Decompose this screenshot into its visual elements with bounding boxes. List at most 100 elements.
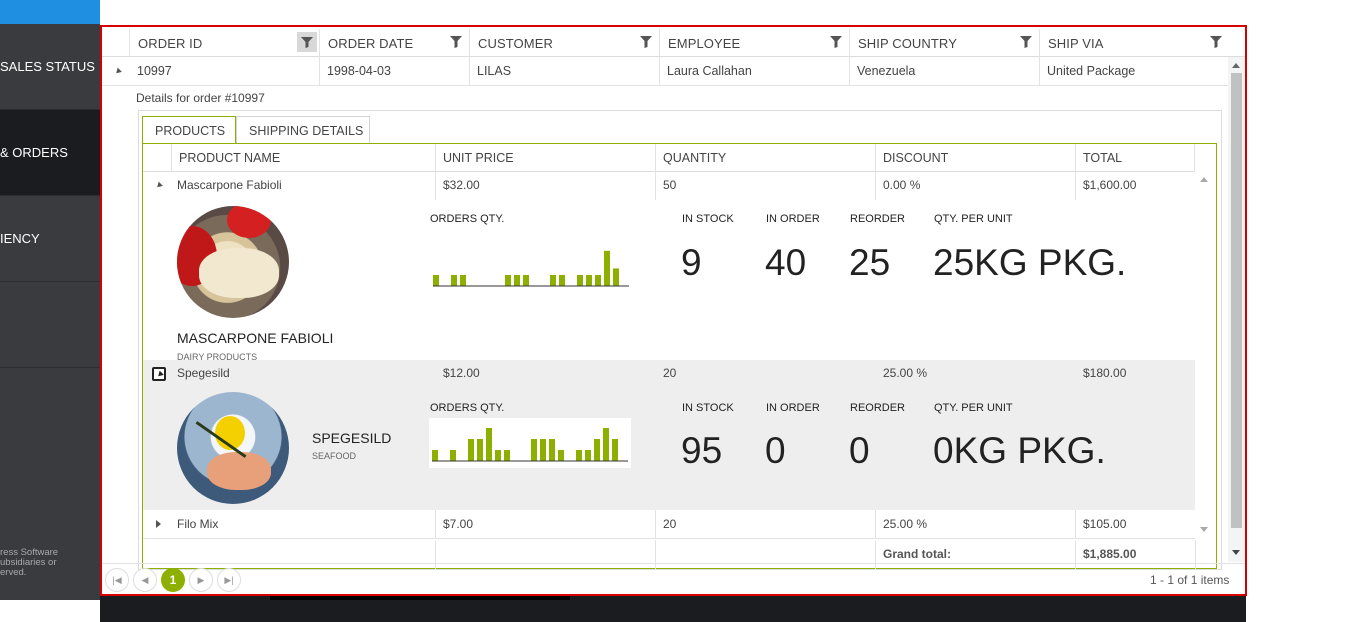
detail-tabstrip: PRODUCTS SHIPPING DETAILS PRODUCT NAME U…	[138, 110, 1222, 570]
scroll-down-icon[interactable]	[1232, 550, 1240, 555]
filter-icon[interactable]	[1209, 35, 1223, 49]
first-page-button[interactable]: |◀	[105, 568, 129, 592]
divider	[1075, 510, 1076, 539]
ship-country-cell: Venezuela	[857, 64, 916, 78]
product-title: MASCARPONE FABIOLI	[177, 330, 334, 346]
divider	[875, 172, 876, 200]
sparkline-bar	[460, 275, 466, 286]
order-id-cell: 10997	[137, 64, 172, 78]
expand-icon[interactable]	[156, 520, 161, 528]
grand-total-label: Grand total:	[883, 547, 951, 561]
divider	[1075, 540, 1076, 570]
collapse-icon[interactable]	[152, 367, 166, 381]
column-header-employee[interactable]: EMPLOYEE	[659, 29, 849, 57]
column-header-discount[interactable]: DISCOUNT	[875, 144, 1075, 172]
reorder-value: 0	[849, 430, 870, 471]
tab-products[interactable]: PRODUCTS	[142, 116, 236, 144]
outer-scrollbar[interactable]	[1228, 57, 1245, 562]
sparkline-bar	[550, 275, 556, 286]
sidebar-item-sales-status[interactable]: SALES STATUS	[0, 24, 100, 110]
table-row[interactable]: Mascarpone Fabioli $32.00 50 0.00 % $1,6…	[143, 172, 1195, 200]
collapse-icon[interactable]	[114, 67, 122, 76]
column-label: EMPLOYEE	[668, 36, 741, 51]
column-header-product-name[interactable]: PRODUCT NAME	[171, 144, 435, 172]
filter-icon[interactable]	[829, 35, 843, 49]
product-image	[177, 206, 289, 318]
column-header-ship-via[interactable]: SHIP VIA	[1039, 29, 1229, 57]
page-number-button[interactable]: 1	[161, 568, 185, 592]
sidebar-item-label: SALES STATUS	[0, 59, 95, 74]
sparkline-bar	[523, 275, 529, 286]
product-name-cell: Spegesild	[177, 366, 230, 380]
divider	[655, 172, 656, 200]
column-label: UNIT PRICE	[443, 151, 514, 165]
prev-page-button[interactable]: ◀	[133, 568, 157, 592]
scroll-up-icon[interactable]	[1232, 63, 1240, 68]
table-row[interactable]: 10997 1998-04-03 LILAS Laura Callahan Ve…	[102, 57, 1228, 86]
product-title: SPEGESILD	[312, 430, 392, 446]
sparkline-bar	[577, 275, 583, 286]
divider	[655, 510, 656, 539]
sidebar-item-efficiency[interactable]: IENCY	[0, 196, 100, 282]
divider	[1075, 172, 1076, 200]
sparkline-bar	[594, 439, 600, 461]
in-stock-value: 95	[681, 430, 723, 471]
divider	[435, 510, 436, 539]
column-header-order-id[interactable]: ORDER ID	[129, 29, 319, 57]
in-stock-value: 9	[681, 242, 702, 283]
sparkline-bar	[586, 275, 592, 286]
sparkline-bar	[451, 275, 457, 286]
column-label: CUSTOMER	[478, 36, 553, 51]
divider	[875, 540, 876, 570]
in-order-label: IN ORDER	[766, 402, 820, 414]
divider	[319, 57, 320, 86]
column-label: PRODUCT NAME	[179, 151, 281, 165]
tab-shipping-details[interactable]: SHIPPING DETAILS	[236, 116, 370, 144]
order-date-cell: 1998-04-03	[327, 64, 391, 78]
reorder-value: 25	[849, 242, 891, 283]
column-header-unit-price[interactable]: UNIT PRICE	[435, 144, 655, 172]
sparkline-bar	[540, 439, 546, 461]
divider	[875, 510, 876, 539]
pager-divider	[102, 563, 1245, 564]
filter-icon[interactable]	[449, 35, 463, 49]
sidebar-item-label: IENCY	[0, 231, 40, 246]
sparkline-bar	[495, 450, 501, 461]
column-header-customer[interactable]: CUSTOMER	[469, 29, 659, 57]
filter-icon[interactable]	[1019, 35, 1033, 49]
copyright-line: ress Software	[0, 548, 59, 558]
sidebar-item-orders[interactable]: & ORDERS	[0, 110, 100, 196]
divider	[435, 540, 436, 570]
inner-scrollbar[interactable]	[1195, 172, 1213, 540]
in-order-label: IN ORDER	[766, 213, 820, 225]
scrollbar-thumb[interactable]	[1231, 73, 1242, 528]
scroll-up-icon[interactable]	[1200, 177, 1208, 182]
sidebar-item-empty[interactable]	[0, 282, 100, 368]
in-stock-label: IN STOCK	[682, 213, 734, 225]
table-row[interactable]: Filo Mix $7.00 20 25.00 % $105.00	[143, 510, 1195, 539]
collapse-icon[interactable]	[155, 181, 163, 190]
next-page-button[interactable]: ▶	[189, 568, 213, 592]
last-page-button[interactable]: ▶|	[217, 568, 241, 592]
discount-cell: 25.00 %	[883, 517, 928, 531]
column-header-total[interactable]: TOTAL	[1075, 144, 1195, 172]
quantity-cell: 50	[663, 178, 677, 192]
in-order-value: 0	[765, 430, 786, 471]
sparkline-bar	[595, 275, 601, 286]
product-detail-panel: MASCARPONE FABIOLI DAIRY PRODUCTS ORDERS…	[143, 200, 1195, 362]
total-cell: $180.00	[1083, 366, 1127, 380]
taskbar-segment	[270, 596, 570, 600]
scroll-down-icon[interactable]	[1200, 527, 1208, 532]
column-header-quantity[interactable]: QUANTITY	[655, 144, 875, 172]
orders-qty-label: ORDERS QTY.	[430, 213, 505, 225]
product-detail-panel: SPEGESILD SEAFOOD ORDERS QTY. IN STOCK I…	[143, 388, 1195, 510]
sparkline-bar	[477, 439, 483, 461]
filter-icon[interactable]	[297, 32, 317, 52]
divider	[655, 540, 656, 570]
filter-icon[interactable]	[639, 35, 653, 49]
column-header-ship-country[interactable]: SHIP COUNTRY	[849, 29, 1039, 57]
table-row[interactable]: Spegesild $12.00 20 25.00 % $180.00	[143, 360, 1195, 388]
column-header-order-date[interactable]: ORDER DATE	[319, 29, 469, 57]
sparkline-bar	[504, 450, 510, 461]
divider	[469, 57, 470, 86]
